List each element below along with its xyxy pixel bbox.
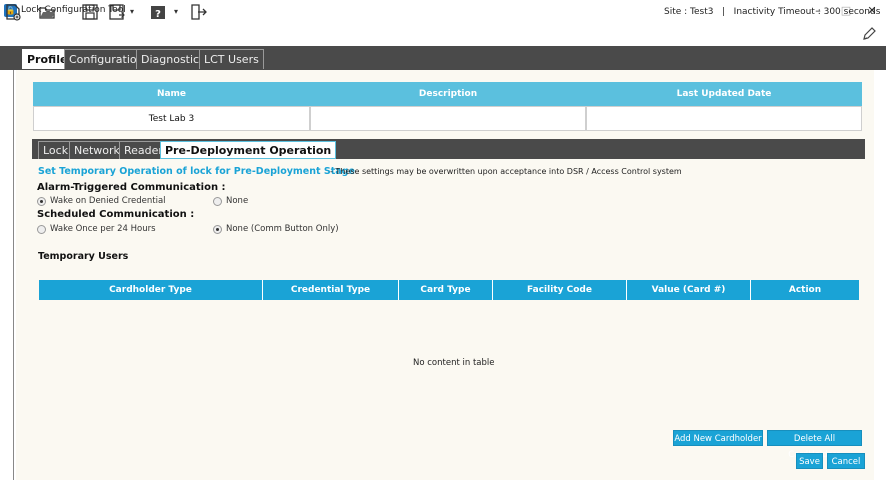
help-dropdown-chevron-icon[interactable]: ▾ — [171, 2, 181, 22]
profile-header-description: Description — [310, 82, 586, 106]
profile-header-name: Name — [33, 82, 310, 106]
subtab-lock[interactable]: Lock — [38, 141, 74, 159]
scheduled-communication-label: Scheduled Communication : — [37, 209, 195, 220]
cancel-button[interactable]: Cancel — [827, 453, 865, 469]
save-icon[interactable] — [80, 2, 100, 22]
radio-label: None — [226, 196, 249, 206]
open-folder-icon[interactable] — [37, 2, 57, 22]
radio-wake-on-denied[interactable]: Wake on Denied Credential — [37, 196, 166, 206]
new-file-icon[interactable] — [3, 2, 23, 22]
radio-label: Wake Once per 24 Hours — [50, 224, 156, 234]
radio-none-comm-button[interactable]: None (Comm Button Only) — [213, 224, 339, 234]
users-header-value-card: Value (Card #) — [627, 280, 751, 300]
profile-header-last-updated: Last Updated Date — [586, 82, 862, 106]
radio-button[interactable] — [37, 224, 46, 234]
tab-lct-users[interactable]: LCT Users — [199, 49, 264, 69]
toolbar — [0, 22, 886, 46]
save-as-icon[interactable] — [107, 2, 127, 22]
subtab-network[interactable]: Network — [69, 141, 125, 159]
users-header-cardholder-type: Cardholder Type — [39, 280, 263, 300]
svg-text:?: ? — [155, 9, 161, 20]
edit-pencil-icon[interactable] — [861, 26, 877, 42]
profile-cell-name[interactable]: Test Lab 3 — [33, 106, 310, 131]
radio-alarm-none[interactable]: None — [213, 196, 248, 206]
save-dropdown-chevron-icon[interactable]: ▾ — [127, 2, 137, 22]
section-note: - These settings may be overwritten upon… — [330, 167, 682, 176]
users-header-action: Action — [751, 280, 859, 300]
save-button[interactable]: Save — [796, 453, 823, 469]
profile-cell-description[interactable] — [310, 106, 586, 131]
content-left-border — [13, 70, 14, 480]
alarm-triggered-label: Alarm-Triggered Communication : — [37, 182, 226, 193]
radio-button-selected[interactable] — [37, 196, 46, 206]
help-icon[interactable]: ? — [148, 2, 168, 22]
users-header-credential-type: Credential Type — [263, 280, 399, 300]
exit-icon[interactable] — [188, 2, 208, 22]
delete-all-cardholders-button[interactable]: Delete All CardHolders — [767, 430, 862, 460]
radio-label: None (Comm Button Only) — [226, 224, 339, 234]
profile-cell-last-updated[interactable] — [586, 106, 862, 131]
radio-button-selected[interactable] — [213, 224, 222, 234]
users-header-card-type: Card Type — [399, 280, 493, 300]
radio-wake-once-24h[interactable]: Wake Once per 24 Hours — [37, 224, 156, 234]
radio-label: Wake on Denied Credential — [50, 196, 166, 206]
temporary-users-label: Temporary Users — [38, 251, 129, 262]
section-title: Set Temporary Operation of lock for Pre-… — [38, 166, 355, 177]
add-new-cardholder-button[interactable]: Add New Cardholder — [673, 430, 763, 446]
subtab-pre-deployment-operation[interactable]: Pre-Deployment Operation — [160, 141, 337, 159]
empty-table-message: No content in table — [413, 358, 495, 368]
users-header-facility-code: Facility Code — [493, 280, 627, 300]
radio-button[interactable] — [213, 196, 222, 206]
content-panel — [16, 70, 874, 480]
site-timeout-info: Site : Test3 | Inactivity Timeout : 300 … — [664, 7, 881, 17]
